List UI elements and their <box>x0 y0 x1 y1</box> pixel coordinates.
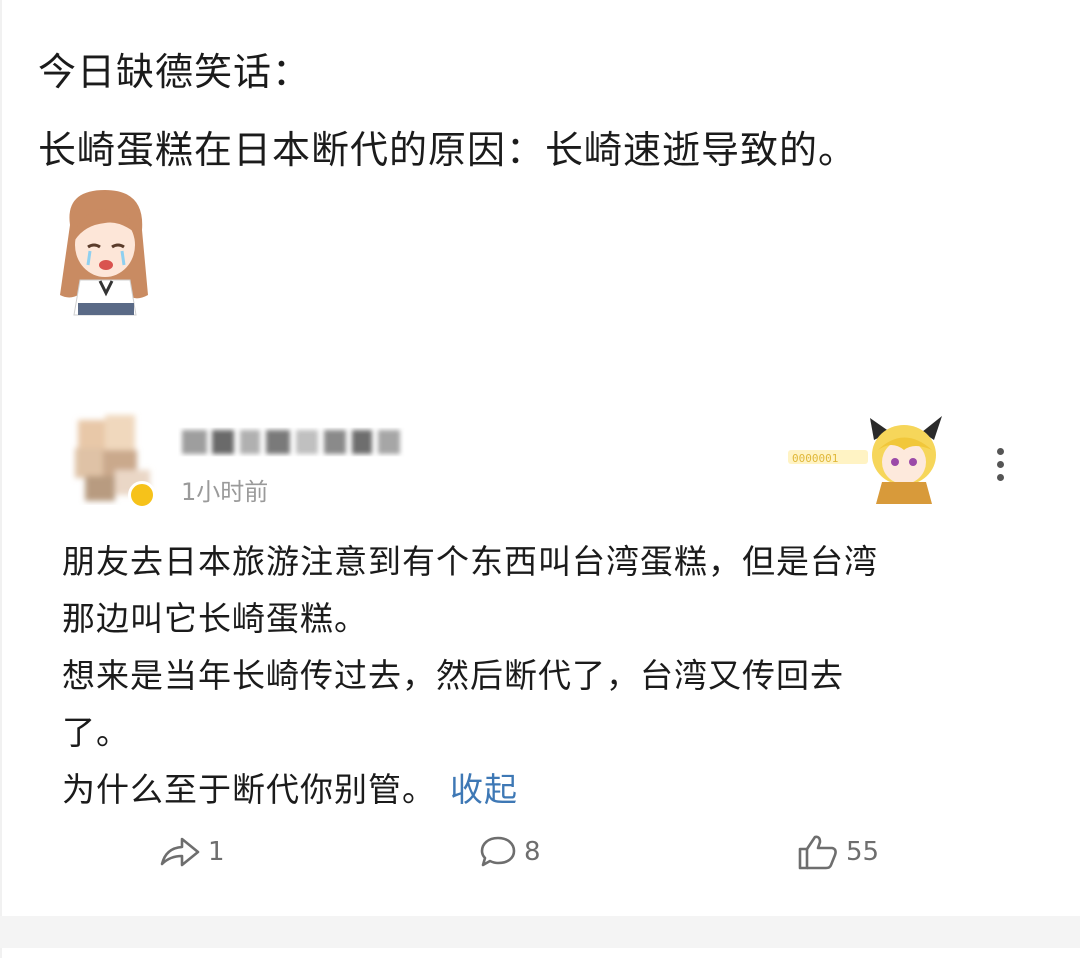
left-border <box>0 0 2 958</box>
comment-line-last: 为什么至于断代你别管。 收起 <box>62 761 1002 818</box>
comment-last-text: 为什么至于断代你别管。 <box>62 770 436 809</box>
reply-button[interactable]: 8 <box>478 830 541 874</box>
comment-line: 想来是当年长崎传过去，然后断代了，台湾又传回去 <box>62 656 844 695</box>
post-title: 今日缺德笑话： <box>38 50 312 94</box>
collapse-link[interactable]: 收起 <box>450 770 518 809</box>
share-button[interactable]: 1 <box>158 830 225 874</box>
share-count: 1 <box>208 837 225 867</box>
anime-cat-ear-medal-icon: 0000001 <box>788 416 942 504</box>
comment-body: 朋友去日本旅游注意到有个东西叫台湾蛋糕，但是台湾 那边叫它长崎蛋糕。 想来是当年… <box>62 533 1002 818</box>
more-options-icon[interactable] <box>988 448 1012 488</box>
like-button[interactable]: 55 <box>796 830 879 874</box>
comment-line: 那边叫它长崎蛋糕。 <box>62 599 368 638</box>
comment-line: 朋友去日本旅游注意到有个东西叫台湾蛋糕，但是台湾 <box>62 542 878 581</box>
medal-text: 0000001 <box>792 452 838 465</box>
thumbs-up-icon <box>798 835 837 870</box>
comment-line: 了。 <box>62 713 130 752</box>
comment-time: 1小时前 <box>181 478 269 506</box>
username-blurred[interactable] <box>178 420 428 464</box>
share-icon <box>160 837 200 867</box>
comment-bubble-icon <box>480 836 516 867</box>
post-body: 长崎蛋糕在日本断代的原因：长崎速逝导致的。 <box>38 128 858 172</box>
footer-separator <box>0 916 1080 948</box>
like-count: 55 <box>846 837 880 867</box>
reply-count: 8 <box>524 837 541 867</box>
crying-girl-sticker-icon <box>60 190 148 316</box>
verified-badge-icon <box>128 481 156 509</box>
